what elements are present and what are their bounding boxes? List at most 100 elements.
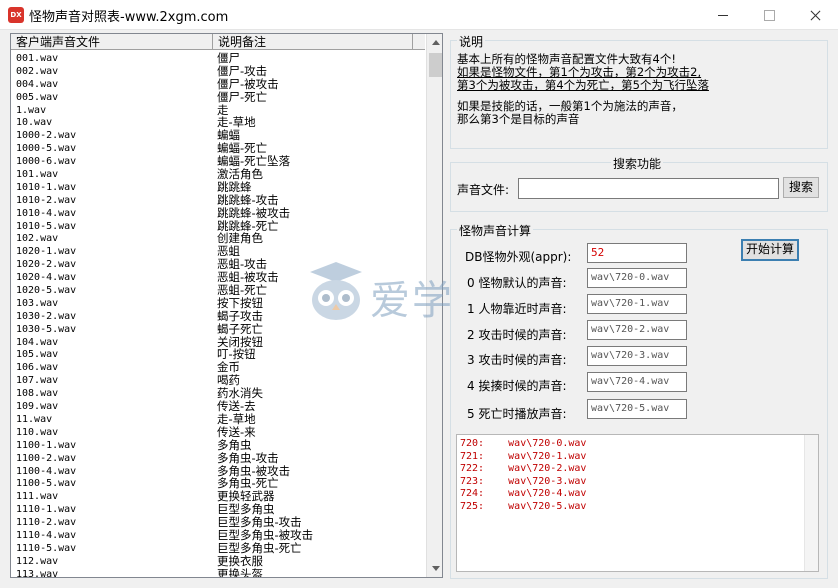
row-file: 005.wav bbox=[16, 91, 59, 103]
row-file: 112.wav bbox=[16, 555, 59, 567]
row-file: 1000-2.wav bbox=[16, 130, 77, 142]
table-row[interactable]: 1100-1.wav 多角虫 bbox=[11, 438, 425, 452]
table-row[interactable]: 1110-5.wav 巨型多角虫-死亡 bbox=[11, 540, 425, 555]
sound-5-field[interactable]: wav\720-5.wav bbox=[587, 399, 687, 419]
explain-line: 第3个为被攻击，第4个为死亡，第5个为飞行坠落 bbox=[457, 78, 709, 92]
calc-output[interactable]: 720: wav\720-0.wav 721: wav\720-1.wav 72… bbox=[456, 434, 819, 572]
row-file: 004.wav bbox=[16, 78, 59, 90]
table-row[interactable]: 1010-1.wav 跳跳蜂 bbox=[11, 180, 425, 194]
row-desc: 蝎子攻击 bbox=[217, 308, 263, 323]
list-scrollbar[interactable] bbox=[426, 34, 442, 577]
column-header-file[interactable]: 客户端声音文件 bbox=[11, 34, 213, 50]
title-bar: DX 怪物声音对照表-www.2xgm.com bbox=[0, 0, 838, 30]
row-file: 1010-2.wav bbox=[16, 194, 77, 206]
table-row[interactable]: 113.wav 更换头盔 bbox=[11, 566, 425, 578]
sound-4-label: 4 挨揍时候的声音: bbox=[467, 379, 567, 393]
scroll-up-icon[interactable] bbox=[427, 34, 442, 51]
appr-input[interactable]: 52 bbox=[587, 243, 687, 263]
table-row[interactable]: 109.wav 传送-去 bbox=[11, 400, 425, 413]
table-row[interactable]: 1110-4.wav 巨型多角虫-被攻击 bbox=[11, 528, 425, 542]
output-line: 721: wav\720-1.wav bbox=[460, 450, 587, 462]
table-row[interactable]: 002.wav 僵尸-攻击 bbox=[11, 64, 425, 78]
row-file: 108.wav bbox=[16, 388, 59, 400]
output-scrollbar[interactable] bbox=[804, 435, 818, 571]
row-file: 101.wav bbox=[16, 169, 59, 181]
row-file: 1110-2.wav bbox=[16, 517, 77, 529]
calc-group-title: 怪物声音计算 bbox=[457, 222, 534, 239]
row-file: 105.wav bbox=[16, 349, 59, 361]
close-button[interactable] bbox=[792, 0, 838, 30]
row-desc: 巨型多角虫-死亡 bbox=[217, 540, 302, 555]
output-line: 720: wav\720-0.wav bbox=[460, 438, 587, 449]
row-desc: 更换衣服 bbox=[217, 553, 263, 568]
sound-1-field[interactable]: wav\720-1.wav bbox=[587, 294, 687, 314]
scroll-thumb[interactable] bbox=[429, 53, 442, 77]
table-row[interactable]: 005.wav 僵尸-死亡 bbox=[11, 90, 425, 104]
row-desc: 蝎子死亡 bbox=[217, 321, 263, 336]
row-desc: 跳跳蜂-攻击 bbox=[217, 192, 279, 207]
row-file: 1010-1.wav bbox=[16, 181, 77, 193]
row-desc: 僵尸-被攻击 bbox=[217, 76, 279, 91]
row-desc: 按下按钮 bbox=[217, 295, 263, 310]
table-row[interactable]: 1030-2.wav 蝎子攻击 bbox=[11, 308, 425, 323]
sound-0-field[interactable]: wav\720-0.wav bbox=[587, 268, 687, 288]
row-file: 113.wav bbox=[16, 568, 59, 578]
table-row[interactable]: 103.wav 按下按钮 bbox=[11, 295, 425, 310]
output-line: 725: wav\720-5.wav bbox=[460, 500, 587, 512]
row-file: 111.wav bbox=[16, 491, 59, 503]
row-desc: 多角虫-攻击 bbox=[217, 450, 279, 465]
calc-group: 怪物声音计算 DB怪物外观(appr): 52 开始计算 0 怪物默认的声音: … bbox=[450, 222, 828, 579]
row-file: 1100-4.wav bbox=[16, 465, 77, 477]
output-line: 724: wav\720-4.wav bbox=[460, 488, 587, 499]
row-file: 1020-1.wav bbox=[16, 246, 77, 258]
explain-group-title: 说明 bbox=[457, 33, 486, 50]
maximize-button[interactable] bbox=[746, 0, 792, 30]
explain-text: 基本上所有的怪物声音配置文件大致有4个! 如果是怪物文件，第1个为攻击，第2个为… bbox=[457, 53, 825, 126]
search-group-title: 搜索功能 bbox=[611, 155, 664, 172]
row-file: 1030-2.wav bbox=[16, 310, 77, 322]
table-row[interactable]: 11.wav 走-草地 bbox=[11, 412, 425, 426]
table-row[interactable]: 1010-2.wav 跳跳蜂-攻击 bbox=[11, 192, 425, 207]
table-row[interactable]: 001.wav 僵尸 bbox=[11, 52, 425, 65]
list-rows: 001.wav 僵尸 002.wav 僵尸-攻击 004.wav 僵尸-被攻击 005.wa… bbox=[11, 52, 425, 578]
minimize-button[interactable] bbox=[700, 0, 746, 30]
table-row[interactable]: 1010-4.wav 跳跳蜂-被攻击 bbox=[11, 206, 425, 220]
table-row[interactable]: 004.wav 僵尸-被攻击 bbox=[11, 76, 425, 91]
row-file: 103.wav bbox=[16, 297, 59, 309]
sound-list[interactable]: 客户端声音文件 说明备注 001.wav 僵尸 002.wav 僵尸-攻击 004.wa… bbox=[10, 33, 443, 578]
row-file: 1020-5.wav bbox=[16, 285, 77, 297]
sound-3-field[interactable]: wav\720-3.wav bbox=[587, 346, 687, 366]
scroll-down-icon[interactable] bbox=[427, 560, 442, 577]
search-input[interactable] bbox=[518, 178, 779, 199]
column-header-desc[interactable]: 说明备注 bbox=[213, 34, 413, 50]
search-button[interactable]: 搜索 bbox=[783, 177, 819, 198]
output-line: 722: wav\720-2.wav bbox=[460, 463, 587, 474]
output-line: 723: wav\720-3.wav bbox=[460, 475, 587, 487]
explain-line: 那么第3个是目标的声音 bbox=[457, 112, 580, 126]
row-file: 1000-6.wav bbox=[16, 156, 77, 168]
row-file: 1110-5.wav bbox=[16, 542, 77, 554]
sound-0-label: 0 怪物默认的声音: bbox=[467, 276, 567, 290]
row-file: 104.wav bbox=[16, 336, 59, 348]
sound-2-field[interactable]: wav\720-2.wav bbox=[587, 320, 687, 340]
row-file: 110.wav bbox=[16, 426, 59, 438]
row-file: 1110-1.wav bbox=[16, 504, 77, 516]
row-file: 109.wav bbox=[16, 401, 59, 413]
row-file: 10.wav bbox=[16, 117, 53, 129]
row-file: 1100-2.wav bbox=[16, 452, 77, 464]
table-row[interactable]: 101.wav 激活角色 bbox=[11, 168, 425, 181]
table-row[interactable]: 1020-5.wav 恶蛆-死亡 bbox=[11, 284, 425, 297]
row-file: 11.wav bbox=[16, 413, 53, 425]
row-file: 1010-5.wav bbox=[16, 220, 77, 232]
row-file: 1020-4.wav bbox=[16, 272, 77, 284]
table-row[interactable]: 110.wav 传送-来 bbox=[11, 424, 425, 439]
row-desc: 传送-来 bbox=[217, 424, 256, 439]
row-file: 107.wav bbox=[16, 375, 59, 387]
start-calc-button[interactable]: 开始计算 bbox=[741, 239, 799, 261]
sound-4-field[interactable]: wav\720-4.wav bbox=[587, 372, 687, 392]
table-row[interactable]: 1100-2.wav 多角虫-攻击 bbox=[11, 450, 425, 465]
row-desc: 更换头盔 bbox=[217, 566, 263, 578]
table-row[interactable]: 112.wav 更换衣服 bbox=[11, 553, 425, 568]
search-label: 声音文件: bbox=[457, 183, 510, 197]
table-row[interactable]: 1030-5.wav 蝎子死亡 bbox=[11, 321, 425, 336]
